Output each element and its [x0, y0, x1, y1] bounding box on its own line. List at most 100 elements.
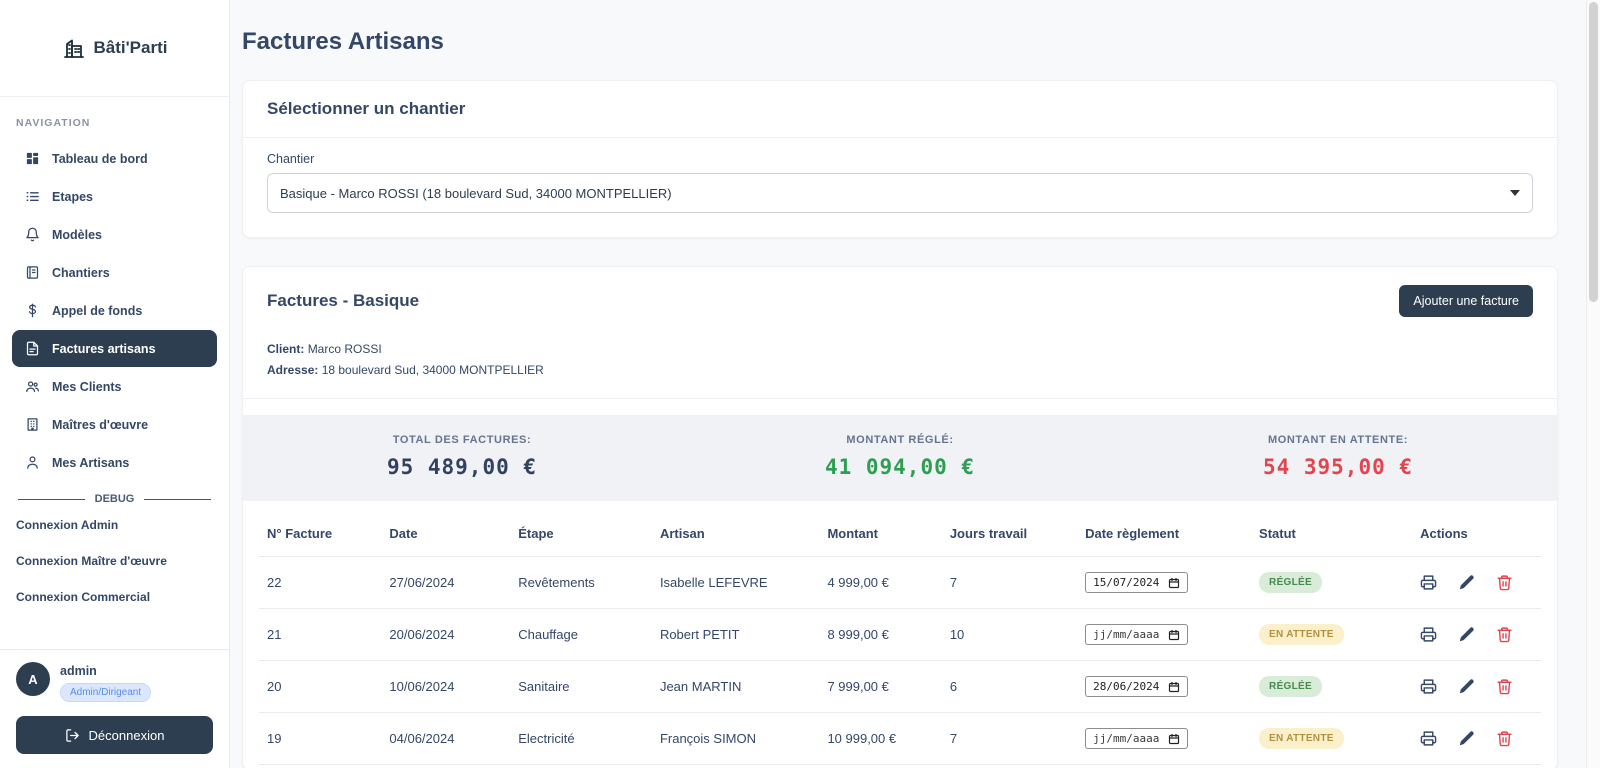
- date-reglement-placeholder: jj/mm/aaaa: [1093, 732, 1159, 745]
- invoice-etape: Electricité: [510, 713, 652, 765]
- invoices-card: Factures - Basique Ajouter une facture C…: [242, 266, 1558, 768]
- calendar-icon: [1168, 681, 1180, 693]
- date-reglement-placeholder: jj/mm/aaaa: [1093, 628, 1159, 641]
- list-icon: [25, 189, 40, 204]
- sidebar-item-mes-clients[interactable]: Mes Clients: [12, 368, 217, 405]
- edit-icon[interactable]: [1458, 626, 1475, 643]
- invoice-artisan: Robert PETIT: [652, 609, 820, 661]
- person-icon: [25, 455, 40, 470]
- debug-connexion-maitre-oeuvre[interactable]: Connexion Maître d'œuvre: [0, 543, 229, 579]
- sidebar-item-factures-artisans[interactable]: Factures artisans: [12, 330, 217, 367]
- date-reglement-value: 28/06/2024: [1093, 680, 1159, 693]
- totals-summary: TOTAL DES FACTURES: 95 489,00 € MONTANT …: [243, 415, 1557, 501]
- table-row: 21 20/06/2024 Chauffage Robert PETIT 8 9…: [259, 609, 1541, 661]
- column-header-jours: Jours travail: [942, 511, 1077, 557]
- invoice-artisan: François SIMON: [652, 713, 820, 765]
- invoice-etape: Sanitaire: [510, 661, 652, 713]
- scrollbar-thumb[interactable]: [1589, 2, 1598, 302]
- invoice-etape: Chauffage: [510, 609, 652, 661]
- dollar-icon: [25, 303, 40, 318]
- print-icon[interactable]: [1420, 730, 1437, 747]
- sidebar-item-label: Mes Clients: [52, 380, 121, 394]
- total-invoices-value: 95 489,00 €: [243, 455, 681, 479]
- sidebar-item-label: Tableau de bord: [52, 152, 148, 166]
- invoices-table: N° Facture Date Étape Artisan Montant Jo…: [259, 511, 1541, 765]
- sidebar-item-label: Mes Artisans: [52, 456, 129, 470]
- amount-pending-label: MONTANT EN ATTENTE:: [1119, 434, 1557, 446]
- sidebar-item-maitres-oeuvre[interactable]: Maîtres d'œuvre: [12, 406, 217, 443]
- logout-button[interactable]: Déconnexion: [16, 716, 213, 754]
- sidebar-item-modeles[interactable]: Modèles: [12, 216, 217, 253]
- chantier-field-label: Chantier: [267, 152, 1533, 166]
- sidebar-item-etapes[interactable]: Etapes: [12, 178, 217, 215]
- invoice-montant: 10 999,00 €: [819, 713, 941, 765]
- invoice-jours: 7: [942, 713, 1077, 765]
- status-badge: RÉGLÉE: [1259, 676, 1322, 697]
- sidebar: Bâti'Parti NAVIGATION Tableau de bord Et…: [0, 0, 230, 768]
- delete-icon[interactable]: [1496, 626, 1513, 643]
- sidebar-item-appel-de-fonds[interactable]: Appel de fonds: [12, 292, 217, 329]
- table-row: 20 10/06/2024 Sanitaire Jean MARTIN 7 99…: [259, 661, 1541, 713]
- sidebar-item-label: Modèles: [52, 228, 102, 242]
- edit-icon[interactable]: [1458, 730, 1475, 747]
- invoice-number: 19: [259, 713, 381, 765]
- delete-icon[interactable]: [1496, 678, 1513, 695]
- debug-label: DEBUG: [95, 493, 135, 505]
- calendar-icon: [1168, 733, 1180, 745]
- nav-section-label: NAVIGATION: [0, 109, 229, 139]
- print-icon[interactable]: [1420, 574, 1437, 591]
- column-header-etape: Étape: [510, 511, 652, 557]
- invoice-icon: [25, 341, 40, 356]
- brand-logo-icon: [62, 36, 86, 60]
- scrollbar[interactable]: [1586, 0, 1600, 768]
- main-content: Factures Artisans Sélectionner un chanti…: [230, 0, 1586, 768]
- role-badge: Admin/Dirigeant: [60, 683, 151, 702]
- sidebar-item-chantiers[interactable]: Chantiers: [12, 254, 217, 291]
- debug-connexion-commercial[interactable]: Connexion Commercial: [0, 579, 229, 615]
- column-header-reglement: Date règlement: [1077, 511, 1251, 557]
- book-icon: [25, 265, 40, 280]
- brand[interactable]: Bâti'Parti: [0, 0, 229, 97]
- invoice-jours: 7: [942, 557, 1077, 609]
- calendar-icon: [1168, 577, 1180, 589]
- date-reglement-input[interactable]: jj/mm/aaaa: [1085, 728, 1188, 749]
- people-icon: [25, 379, 40, 394]
- address-value: 18 boulevard Sud, 34000 MONTPELLIER: [322, 363, 544, 377]
- user-name: admin: [60, 662, 151, 678]
- invoice-jours: 10: [942, 609, 1077, 661]
- dashboard-icon: [25, 151, 40, 166]
- chantier-select[interactable]: Basique - Marco ROSSI (18 boulevard Sud,…: [267, 173, 1533, 213]
- date-reglement-input[interactable]: 15/07/2024: [1085, 572, 1188, 593]
- status-badge: EN ATTENTE: [1259, 728, 1344, 749]
- date-reglement-input[interactable]: jj/mm/aaaa: [1085, 624, 1188, 645]
- debug-connexion-admin[interactable]: Connexion Admin: [0, 507, 229, 543]
- sidebar-item-mes-artisans[interactable]: Mes Artisans: [12, 444, 217, 481]
- sidebar-nav: NAVIGATION Tableau de bord Etapes Modèle…: [0, 97, 229, 615]
- bell-icon: [25, 227, 40, 242]
- delete-icon[interactable]: [1496, 730, 1513, 747]
- column-header-statut: Statut: [1251, 511, 1412, 557]
- print-icon[interactable]: [1420, 626, 1437, 643]
- invoice-artisan: Isabelle LEFEVRE: [652, 557, 820, 609]
- sidebar-item-label: Chantiers: [52, 266, 110, 280]
- sidebar-user-section: A admin Admin/Dirigeant Déconnexion: [0, 649, 229, 768]
- column-header-actions: Actions: [1412, 511, 1541, 557]
- invoice-date: 20/06/2024: [381, 609, 510, 661]
- edit-icon[interactable]: [1458, 678, 1475, 695]
- debug-divider: DEBUG: [18, 493, 211, 505]
- print-icon[interactable]: [1420, 678, 1437, 695]
- invoice-date: 04/06/2024: [381, 713, 510, 765]
- add-invoice-button[interactable]: Ajouter une facture: [1399, 285, 1533, 317]
- chantier-selector-card: Sélectionner un chantier Chantier Basiqu…: [242, 80, 1558, 238]
- chantier-info: Client: Marco ROSSI Adresse: 18 boulevar…: [243, 342, 1557, 398]
- invoice-montant: 8 999,00 €: [819, 609, 941, 661]
- sidebar-item-tableau-de-bord[interactable]: Tableau de bord: [12, 140, 217, 177]
- table-row: 19 04/06/2024 Electricité François SIMON…: [259, 713, 1541, 765]
- invoice-number: 22: [259, 557, 381, 609]
- invoice-montant: 7 999,00 €: [819, 661, 941, 713]
- date-reglement-input[interactable]: 28/06/2024: [1085, 676, 1188, 697]
- edit-icon[interactable]: [1458, 574, 1475, 591]
- address-label: Adresse:: [267, 363, 318, 377]
- delete-icon[interactable]: [1496, 574, 1513, 591]
- sidebar-item-label: Maîtres d'œuvre: [52, 418, 148, 432]
